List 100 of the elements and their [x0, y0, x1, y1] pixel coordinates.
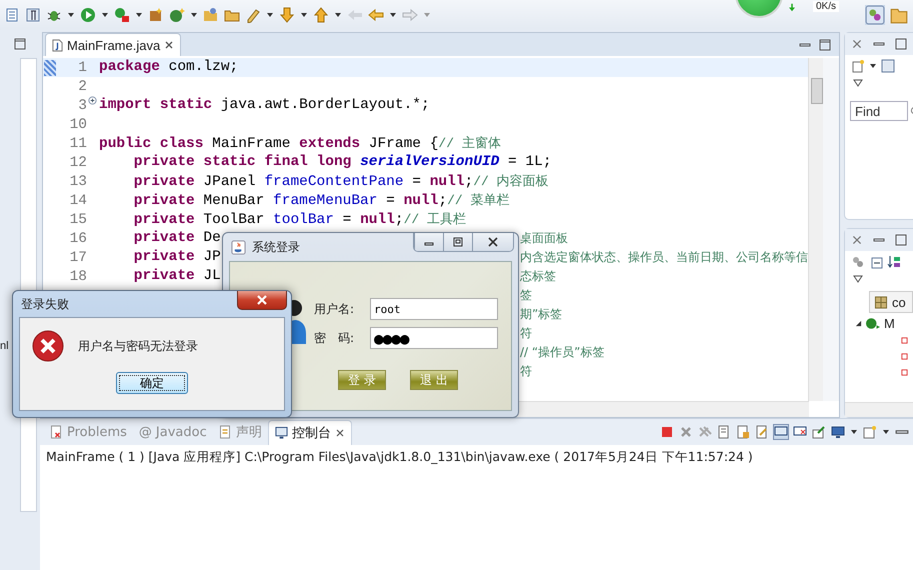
back-arrow-icon[interactable]	[368, 7, 384, 23]
close-icon	[487, 237, 499, 247]
package-icon[interactable]	[148, 7, 164, 23]
run-tool-icon[interactable]	[114, 7, 130, 23]
maximize-icon[interactable]	[819, 39, 831, 51]
paragraph-icon[interactable]	[25, 7, 41, 23]
caret-icon[interactable]	[300, 11, 308, 19]
view-tab[interactable]: 控制台	[268, 420, 352, 444]
restore-icon[interactable]	[14, 38, 26, 50]
ok-button[interactable]: 确定	[116, 372, 188, 394]
sort-icon[interactable]	[887, 255, 901, 269]
maximize-icon	[452, 237, 464, 247]
code-line: public class MainFrame extends JFrame {// 主窗体	[99, 135, 501, 153]
code-line: private static final long serialVersionUID = 1L;	[132, 153, 552, 172]
member-icon	[901, 337, 908, 344]
code-comment: 桌面面板	[520, 230, 568, 247]
view-menu-icon[interactable]	[853, 79, 863, 87]
clear-console-icon[interactable]	[717, 425, 731, 439]
java-file-icon	[52, 38, 63, 52]
horizontal-scrollbar[interactable]	[845, 402, 913, 417]
line-number: 2	[78, 78, 87, 94]
vertical-scrollbar[interactable]	[808, 58, 823, 401]
code-line: private De	[132, 229, 221, 248]
editor-tab[interactable]: MainFrame.java	[45, 33, 182, 56]
run-icon[interactable]	[80, 7, 96, 23]
list-icon[interactable]	[881, 59, 895, 73]
find-field[interactable]: Find	[850, 101, 908, 121]
dialog-title: 登录失败	[21, 296, 69, 312]
collapse-all-icon[interactable]	[869, 255, 883, 269]
open-folder-icon[interactable]	[203, 7, 219, 23]
console-output: MainFrame ( 1 ) [Java 应用程序] C:\Program Files\Java\jdk1.8.0_131\bin\javaw.exe ( 2017年5月24日 下午11:57:24 )	[45, 448, 754, 466]
maximize-icon[interactable]	[895, 38, 907, 50]
maximize-icon[interactable]	[895, 234, 907, 246]
member-icon	[901, 353, 908, 360]
code-line: import static java.awt.BorderLayout.*;	[99, 96, 430, 115]
up-arrow-icon[interactable]	[313, 7, 329, 23]
code-line: private JP	[132, 248, 221, 267]
scroll-lock-icon[interactable]	[736, 425, 750, 439]
code-line: package com.lzw;	[99, 58, 238, 77]
fields-icon[interactable]	[851, 255, 865, 269]
document-icon[interactable]	[4, 7, 20, 23]
outline-item[interactable]: M	[884, 316, 895, 330]
password-field[interactable]: ●●●●	[370, 327, 498, 349]
new-class-icon[interactable]	[169, 7, 185, 23]
code-comment: 签	[520, 287, 532, 304]
code-comment: 符	[520, 325, 532, 342]
grid-icon	[874, 296, 888, 308]
line-number: 14	[70, 192, 87, 208]
pin-icon[interactable]	[812, 425, 826, 439]
stop-icon[interactable]	[660, 425, 674, 439]
member-icon	[901, 369, 908, 376]
close-icon[interactable]	[164, 40, 174, 50]
show-output-icon[interactable]	[774, 425, 788, 439]
minimize-button[interactable]	[414, 233, 443, 251]
caret-icon[interactable]	[135, 11, 143, 19]
word-wrap-icon[interactable]	[755, 425, 769, 439]
caret-icon[interactable]	[190, 11, 198, 19]
caret-icon[interactable]	[67, 11, 75, 19]
line-number: 16	[70, 230, 87, 246]
caret-icon[interactable]	[850, 428, 858, 436]
speed-readout: 0K/s	[813, 1, 840, 12]
error-message: 用户名与密码无法登录	[78, 338, 198, 354]
caret-icon[interactable]	[101, 11, 109, 19]
java-perspective-icon[interactable]	[865, 5, 885, 25]
expand-triangle-icon[interactable]	[855, 320, 862, 326]
line-number: 17	[70, 250, 87, 266]
pen-icon[interactable]	[245, 7, 261, 23]
code-line: private JPanel frameContentPane = null;// 内容面板	[132, 173, 549, 191]
close-icon[interactable]	[851, 38, 863, 50]
display-console-icon[interactable]	[831, 425, 845, 439]
down-arrow-icon[interactable]	[279, 7, 295, 23]
caret-icon[interactable]	[334, 11, 342, 19]
error-icon	[32, 330, 64, 362]
caret-icon[interactable]	[389, 11, 397, 19]
maximize-button[interactable]	[443, 233, 472, 251]
new-console-icon[interactable]	[863, 425, 877, 439]
close-button[interactable]	[472, 233, 513, 251]
view-menu-icon[interactable]	[853, 275, 863, 283]
close-button[interactable]	[237, 291, 287, 310]
code-line: private MenuBar frameMenuBar = null;// 菜单栏	[132, 192, 510, 210]
java-cup-icon	[231, 240, 246, 254]
close-icon[interactable]	[851, 234, 863, 246]
window-title: 系统登录	[252, 238, 300, 256]
line-number: 3	[78, 98, 87, 114]
password-label: 密 码:	[314, 330, 356, 346]
code-comment: // “操作员”标签	[520, 344, 604, 361]
line-number: 13	[70, 174, 87, 190]
new-task-icon[interactable]	[851, 59, 865, 73]
close-icon[interactable]	[334, 428, 345, 438]
at-sign-icon: @	[138, 424, 152, 440]
line-number: 12	[70, 154, 87, 170]
line-number: 15	[70, 212, 87, 228]
caret-icon[interactable]	[266, 11, 274, 19]
code-comment: 态标签	[520, 268, 556, 285]
line-number: 18	[70, 268, 87, 284]
username-field[interactable]: root	[370, 298, 498, 320]
caret-icon[interactable]	[882, 428, 890, 436]
close-icon	[256, 295, 268, 305]
caret-icon[interactable]	[869, 62, 877, 70]
expand-fold-icon[interactable]	[88, 96, 97, 104]
